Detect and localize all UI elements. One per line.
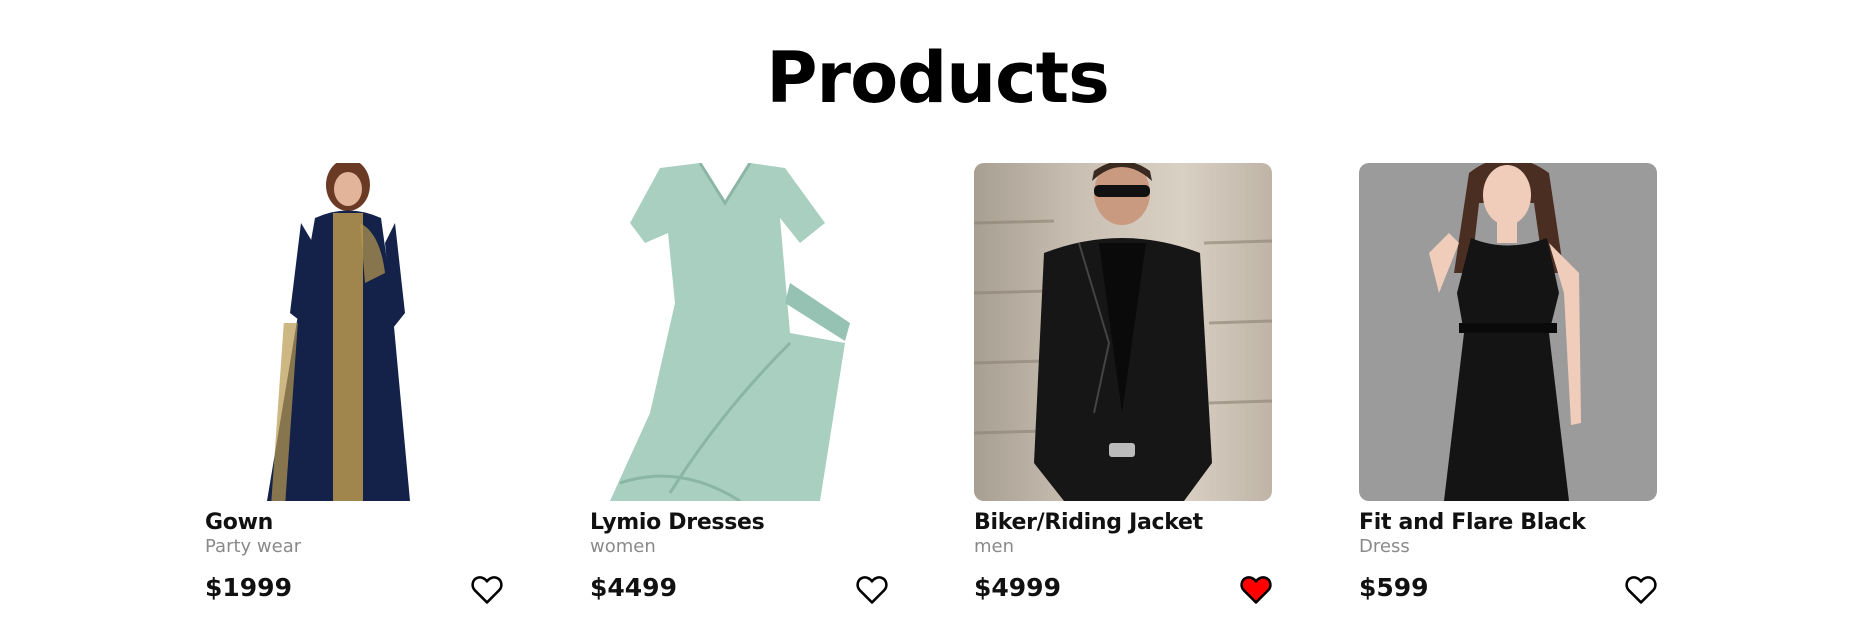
product-price: $4499 xyxy=(590,573,677,602)
page-title: Products xyxy=(766,37,1109,119)
heart-icon[interactable] xyxy=(1239,573,1273,605)
product-image[interactable] xyxy=(205,163,503,501)
heart-icon[interactable] xyxy=(1624,573,1658,605)
product-price: $599 xyxy=(1359,573,1429,602)
product-name[interactable]: Biker/Riding Jacket xyxy=(974,510,1203,535)
product-category: Dress xyxy=(1359,536,1410,557)
heart-icon[interactable] xyxy=(855,573,889,605)
product-price: $4999 xyxy=(974,573,1061,602)
product-image[interactable] xyxy=(974,163,1272,501)
product-name[interactable]: Gown xyxy=(205,510,273,535)
product-category: Party wear xyxy=(205,536,302,557)
product-price: $1999 xyxy=(205,573,292,602)
product-category: men xyxy=(974,536,1015,557)
product-name[interactable]: Fit and Flare Black xyxy=(1359,510,1586,535)
product-card[interactable]: Gown Party wear $1999 xyxy=(205,163,503,604)
heart-icon[interactable] xyxy=(470,573,504,605)
product-name[interactable]: Lymio Dresses xyxy=(590,510,765,535)
product-card[interactable]: Biker/Riding Jacket men $4999 xyxy=(974,163,1272,604)
product-image[interactable] xyxy=(1359,163,1657,501)
product-card[interactable]: Lymio Dresses women $4499 xyxy=(590,163,888,604)
product-card[interactable]: Fit and Flare Black Dress $599 xyxy=(1359,163,1657,604)
product-image[interactable] xyxy=(590,163,888,501)
product-category: women xyxy=(590,536,656,557)
